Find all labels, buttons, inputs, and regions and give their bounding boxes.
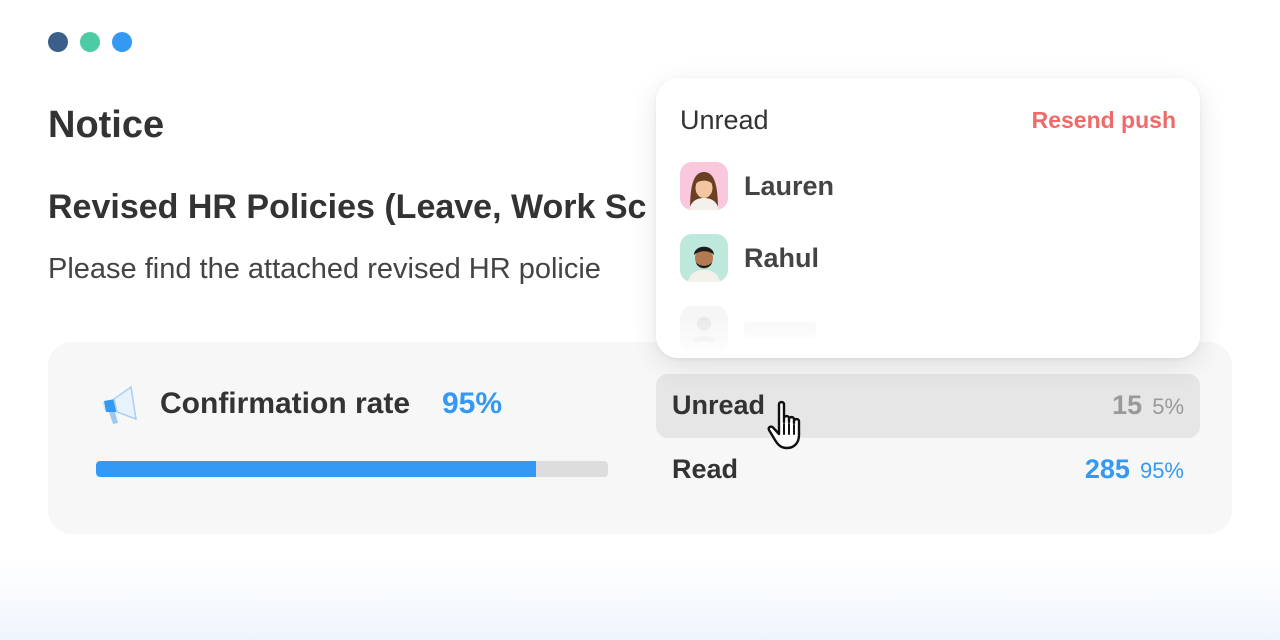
avatar — [680, 234, 728, 282]
section-label: Notice — [48, 104, 165, 146]
user-name: Rahul — [744, 242, 820, 273]
confirmation-rate-label: Confirmation rate — [160, 387, 411, 420]
popover-title: Unread — [680, 105, 769, 135]
stat-count-unread: 15 — [1112, 390, 1143, 420]
stat-values-read: 285 95% — [1085, 454, 1184, 485]
window-dot-2 — [80, 32, 100, 52]
stat-percent-unread: 5% — [1152, 394, 1184, 419]
user-name: Lauren — [744, 170, 835, 201]
notice-body: Please find the attached revised HR poli… — [48, 253, 601, 285]
resend-push-button[interactable]: Resend push — [1032, 107, 1176, 134]
window-controls — [48, 32, 132, 52]
user-item[interactable]: Lauren — [680, 162, 834, 210]
confirmation-progress-bar — [96, 461, 608, 477]
list-fade — [656, 318, 1200, 358]
stat-row-unread[interactable]: Unread 15 5% — [656, 374, 1200, 438]
unread-users-popover: Unread Resend push Lauren Rahul — [656, 78, 1200, 358]
confirmation-rate-value: 95% — [442, 387, 503, 420]
confirmation-progress-fill — [96, 461, 537, 477]
stat-row-read[interactable]: Read 285 95% — [656, 438, 1200, 502]
window-dot-3 — [112, 32, 132, 52]
stat-count-read: 285 — [1084, 454, 1130, 484]
megaphone-icon — [102, 385, 137, 424]
notice-title: Revised HR Policies (Leave, Work Sc — [48, 188, 647, 226]
user-item[interactable]: Rahul — [680, 234, 819, 282]
stat-label-read: Read — [672, 454, 739, 484]
stat-percent-read: 95% — [1139, 458, 1184, 483]
confirmation-panel: Confirmation rate 95% Unread 15 5% Read … — [48, 342, 1232, 534]
avatar — [680, 162, 728, 210]
hand-pointer-icon — [767, 400, 801, 450]
stat-label-unread: Unread — [672, 390, 766, 420]
stat-values-unread: 15 5% — [1112, 390, 1184, 421]
window-dot-1 — [48, 32, 68, 52]
